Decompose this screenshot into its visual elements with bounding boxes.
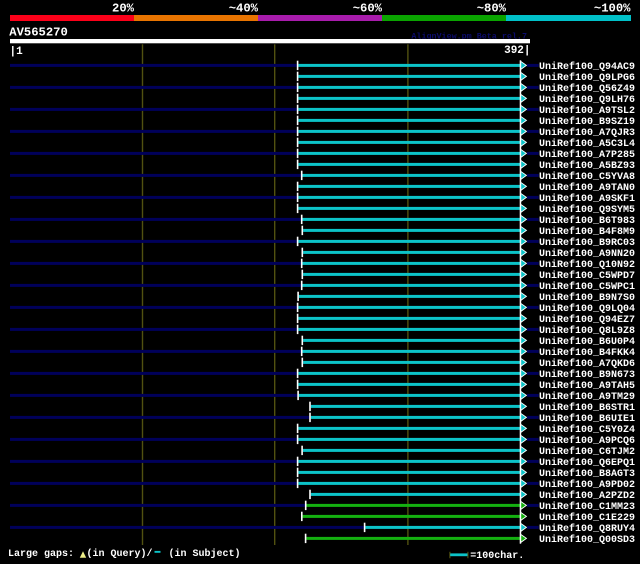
svg-text:UniRef100_C6TJM2: UniRef100_C6TJM2 xyxy=(539,446,635,458)
svg-text:UniRef100_A9NN20: UniRef100_A9NN20 xyxy=(539,248,635,260)
svg-text:UniRef100_Q00SD3: UniRef100_Q00SD3 xyxy=(539,534,635,546)
svg-text:UniRef100_A9TSL2: UniRef100_A9TSL2 xyxy=(539,105,635,117)
svg-text:UniRef100_A9PD02: UniRef100_A9PD02 xyxy=(539,479,635,491)
svg-text:UniRef100_A9PCQ6: UniRef100_A9PCQ6 xyxy=(539,435,635,447)
svg-text:UniRef100_B4FKK4: UniRef100_B4FKK4 xyxy=(539,347,635,359)
svg-text:UniRef100_A7P285: UniRef100_A7P285 xyxy=(539,149,635,161)
svg-text:~40%: ~40% xyxy=(229,1,259,15)
svg-text:UniRef100_C5YVA8: UniRef100_C5YVA8 xyxy=(539,171,635,183)
svg-text:UniRef100_A9TAN0: UniRef100_A9TAN0 xyxy=(539,182,635,194)
svg-text:UniRef100_A9TAH5: UniRef100_A9TAH5 xyxy=(539,380,635,392)
svg-text:UniRef100_B6U0P4: UniRef100_B6U0P4 xyxy=(539,336,635,348)
svg-text:UniRef100_Q8RUY4: UniRef100_Q8RUY4 xyxy=(539,523,635,535)
svg-text:(in Subject): (in Subject) xyxy=(169,548,241,560)
svg-text:UniRef100_A7QJR3: UniRef100_A7QJR3 xyxy=(539,127,635,139)
svg-text:UniRef100_Q94EZ7: UniRef100_Q94EZ7 xyxy=(539,314,635,326)
svg-text:UniRef100_Q9LPG6: UniRef100_Q9LPG6 xyxy=(539,72,635,84)
svg-text:UniRef100_A2PZD2: UniRef100_A2PZD2 xyxy=(539,490,635,502)
svg-text:UniRef100_B6STR1: UniRef100_B6STR1 xyxy=(539,402,635,414)
svg-text:Large gaps:: Large gaps: xyxy=(8,549,74,560)
svg-text:UniRef100_A9SKF1: UniRef100_A9SKF1 xyxy=(539,193,635,205)
svg-text:UniRef100_B9N7S0: UniRef100_B9N7S0 xyxy=(539,292,635,304)
svg-text:UniRef100_Q6EPQ1: UniRef100_Q6EPQ1 xyxy=(539,457,635,469)
svg-text:UniRef100_B9N673: UniRef100_B9N673 xyxy=(539,369,635,381)
svg-text:UniRef100_Q56Z49: UniRef100_Q56Z49 xyxy=(539,83,635,95)
svg-text:UniRef100_B8AGT3: UniRef100_B8AGT3 xyxy=(539,468,635,480)
svg-text:~60%: ~60% xyxy=(353,1,383,15)
svg-text:(in Query)/: (in Query)/ xyxy=(87,548,153,560)
svg-text:UniRef100_B9RC03: UniRef100_B9RC03 xyxy=(539,237,635,249)
svg-text:|1: |1 xyxy=(10,46,24,58)
svg-text:UniRef100_Q9LH76: UniRef100_Q9LH76 xyxy=(539,94,635,106)
svg-text:UniRef100_Q9SYM5: UniRef100_Q9SYM5 xyxy=(539,204,635,216)
svg-text:UniRef100_C1E229: UniRef100_C1E229 xyxy=(539,512,635,524)
svg-text:UniRef100_A5BZ93: UniRef100_A5BZ93 xyxy=(539,160,635,172)
svg-text:UniRef100_A5C3L4: UniRef100_A5C3L4 xyxy=(539,138,635,150)
svg-text:=100char.: =100char. xyxy=(470,550,524,562)
svg-text:UniRef100_C1MM23: UniRef100_C1MM23 xyxy=(539,501,635,513)
svg-text:UniRef100_B4F8M9: UniRef100_B4F8M9 xyxy=(539,226,635,238)
svg-text:UniRef100_B6T983: UniRef100_B6T983 xyxy=(539,215,635,227)
svg-text:392|: 392| xyxy=(504,45,530,57)
svg-text:~100%: ~100% xyxy=(594,1,631,15)
svg-text:UniRef100_Q10N92: UniRef100_Q10N92 xyxy=(539,259,635,271)
svg-text:UniRef100_A9TM29: UniRef100_A9TM29 xyxy=(539,391,635,403)
svg-text:UniRef100_B9SZ19: UniRef100_B9SZ19 xyxy=(539,116,635,128)
svg-text:UniRef100_C5WPC1: UniRef100_C5WPC1 xyxy=(539,281,635,293)
svg-text:UniRef100_Q9LQ04: UniRef100_Q9LQ04 xyxy=(539,303,635,315)
svg-text:UniRef100_C5WPD7: UniRef100_C5WPD7 xyxy=(539,270,635,282)
svg-text:UniRef100_Q8L9Z8: UniRef100_Q8L9Z8 xyxy=(539,325,635,337)
svg-text:~80%: ~80% xyxy=(477,1,507,15)
svg-text:UniRef100_A7QKD6: UniRef100_A7QKD6 xyxy=(539,358,635,370)
svg-text:20%: 20% xyxy=(112,1,135,15)
svg-text:UniRef100_B6UIE1: UniRef100_B6UIE1 xyxy=(539,413,635,425)
svg-text:UniRef100_C5Y0Z4: UniRef100_C5Y0Z4 xyxy=(539,424,635,436)
svg-text:AV565270: AV565270 xyxy=(9,25,68,39)
svg-text:UniRef100_Q94AC9: UniRef100_Q94AC9 xyxy=(539,61,635,73)
